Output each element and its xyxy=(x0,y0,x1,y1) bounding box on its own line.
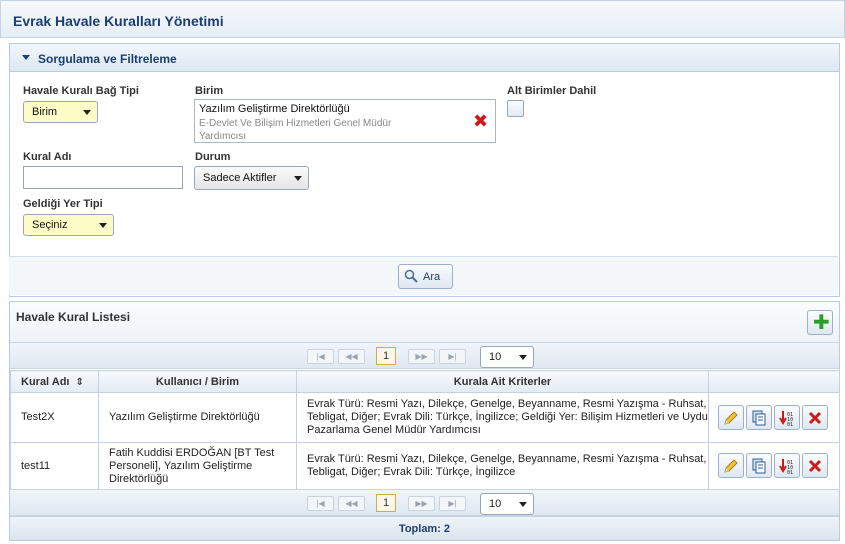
collapse-triangle-icon[interactable] xyxy=(22,55,30,60)
rule-name: Test2X xyxy=(10,392,99,443)
kural-adi-label: Kural Adı xyxy=(23,151,72,163)
svg-text:01: 01 xyxy=(787,422,793,426)
alt-birimler-label: Alt Birimler Dahil xyxy=(507,85,597,97)
last-page-icon[interactable]: ▶| xyxy=(439,349,466,364)
bag-tipi-select[interactable]: Birim xyxy=(23,101,98,123)
current-page[interactable]: 1 xyxy=(376,494,396,512)
binary-sort-icon: 011001 xyxy=(779,459,793,474)
copy-icon xyxy=(752,458,766,474)
edit-button[interactable] xyxy=(718,404,744,430)
alt-birimler-checkbox[interactable] xyxy=(507,100,524,117)
durum-select[interactable]: Sadece Aktifler xyxy=(194,166,309,190)
pencil-icon xyxy=(724,410,738,425)
filter-panel-title: Sorgulama ve Filtreleme xyxy=(38,52,177,66)
prev-page-icon[interactable]: ◀◀ xyxy=(338,349,365,364)
svg-text:01: 01 xyxy=(787,470,793,474)
kural-adi-input[interactable] xyxy=(23,166,183,189)
next-page-icon[interactable]: ▶▶ xyxy=(408,349,435,364)
delete-button[interactable] xyxy=(802,404,828,430)
rule-list-panel: Havale Kural Listesi ✚ |◀ ◀◀ 1 ▶▶ ▶| 10 … xyxy=(9,301,840,541)
page-header: Evrak Havale Kuralları Yönetimi xyxy=(0,0,845,38)
search-button[interactable]: Ara xyxy=(398,264,453,289)
search-button-label: Ara xyxy=(423,271,441,283)
prev-page-icon[interactable]: ◀◀ xyxy=(338,496,365,511)
bag-tipi-label: Havale Kuralı Bağ Tipi xyxy=(23,85,139,97)
col-actions xyxy=(708,370,840,393)
edit-button[interactable] xyxy=(718,453,744,478)
birim-parent: E-Devlet Ve Bilişim Hizmetleri Genel Müd… xyxy=(199,118,392,142)
page-size-select[interactable]: 10 xyxy=(480,346,534,368)
pager-top: |◀ ◀◀ 1 ▶▶ ▶| 10 xyxy=(10,342,839,369)
rule-name: test11 xyxy=(10,442,99,490)
copy-icon xyxy=(752,410,766,425)
order-button[interactable]: 01 10 01 xyxy=(774,453,800,478)
row-actions: 01 10 01 xyxy=(708,392,840,443)
geldigi-yer-label: Geldiği Yer Tipi xyxy=(23,198,103,210)
geldigi-yer-select[interactable]: Seçiniz xyxy=(23,214,114,236)
chevron-down-icon xyxy=(99,223,107,228)
page-title: Evrak Havale Kuralları Yönetimi xyxy=(13,13,224,29)
rule-list-header: Havale Kural Listesi ✚ xyxy=(10,302,839,342)
chevron-down-icon xyxy=(519,355,527,360)
col-kural-adi[interactable]: Kural Adı ⇕ xyxy=(10,370,99,393)
current-page[interactable]: 1 xyxy=(376,347,396,365)
birim-value: Yazılım Geliştirme Direktörlüğü xyxy=(199,103,350,115)
chevron-down-icon xyxy=(519,502,527,507)
first-page-icon[interactable]: |◀ xyxy=(307,349,334,364)
rule-user: Yazılım Geliştirme Direktörlüğü xyxy=(98,392,297,443)
magnifier-icon xyxy=(404,269,418,283)
add-rule-button[interactable]: ✚ xyxy=(807,310,833,335)
last-page-icon[interactable]: ▶| xyxy=(439,496,466,511)
first-page-icon[interactable]: |◀ xyxy=(307,496,334,511)
rule-criteria: Evrak Türü: Resmi Yazı, Dilekçe, Genelge… xyxy=(296,442,709,490)
table-row: Test2X Yazılım Geliştirme Direktörlüğü E… xyxy=(10,392,840,443)
order-button[interactable]: 01 10 01 xyxy=(774,404,800,430)
geldigi-yer-value: Seçiniz xyxy=(32,219,68,231)
birim-selector[interactable]: Yazılım Geliştirme Direktörlüğü E-Devlet… xyxy=(194,99,496,143)
rule-criteria: Evrak Türü: Resmi Yazı, Dilekçe, Genelge… xyxy=(296,392,709,443)
page-size-value: 10 xyxy=(489,351,502,363)
page-size-value: 10 xyxy=(489,498,502,510)
row-actions: 01 10 01 xyxy=(708,442,840,490)
pager-bottom: |◀ ◀◀ 1 ▶▶ ▶| 10 xyxy=(10,489,839,516)
col-kriterler: Kurala Ait Kriterler xyxy=(296,370,709,393)
bag-tipi-value: Birim xyxy=(32,106,58,118)
delete-x-icon xyxy=(808,459,822,473)
next-page-icon[interactable]: ▶▶ xyxy=(408,496,435,511)
clear-birim-icon[interactable]: ✖ xyxy=(473,112,488,130)
rule-table: Kural Adı ⇕ Kullanıcı / Birim Kurala Ait … xyxy=(10,370,840,490)
plus-icon: ✚ xyxy=(813,312,830,334)
rule-list-title: Havale Kural Listesi xyxy=(16,310,131,324)
total-count: Toplam: 2 xyxy=(10,516,839,540)
sort-icon[interactable]: ⇕ xyxy=(76,377,84,388)
chevron-down-icon xyxy=(83,110,91,115)
copy-button[interactable] xyxy=(746,453,772,478)
filter-panel-header[interactable]: Sorgulama ve Filtreleme xyxy=(10,44,839,72)
binary-sort-icon: 011001 xyxy=(779,410,793,426)
table-row: test11 Fatih Kuddisi ERDOĞAN [BT Test Pe… xyxy=(10,442,840,490)
pencil-icon xyxy=(724,459,738,473)
delete-button[interactable] xyxy=(802,453,828,478)
col-kural-adi-label: Kural Adı xyxy=(21,375,70,388)
durum-value: Sadece Aktifler xyxy=(203,172,277,184)
birim-label: Birim xyxy=(195,85,224,97)
durum-label: Durum xyxy=(195,151,231,163)
col-kullanici-birim: Kullanıcı / Birim xyxy=(98,370,297,393)
delete-x-icon xyxy=(808,411,822,424)
rule-user: Fatih Kuddisi ERDOĞAN [BT Test Personeli… xyxy=(98,442,297,490)
page-size-select[interactable]: 10 xyxy=(480,493,534,515)
copy-button[interactable] xyxy=(746,404,772,430)
chevron-down-icon xyxy=(294,176,302,181)
